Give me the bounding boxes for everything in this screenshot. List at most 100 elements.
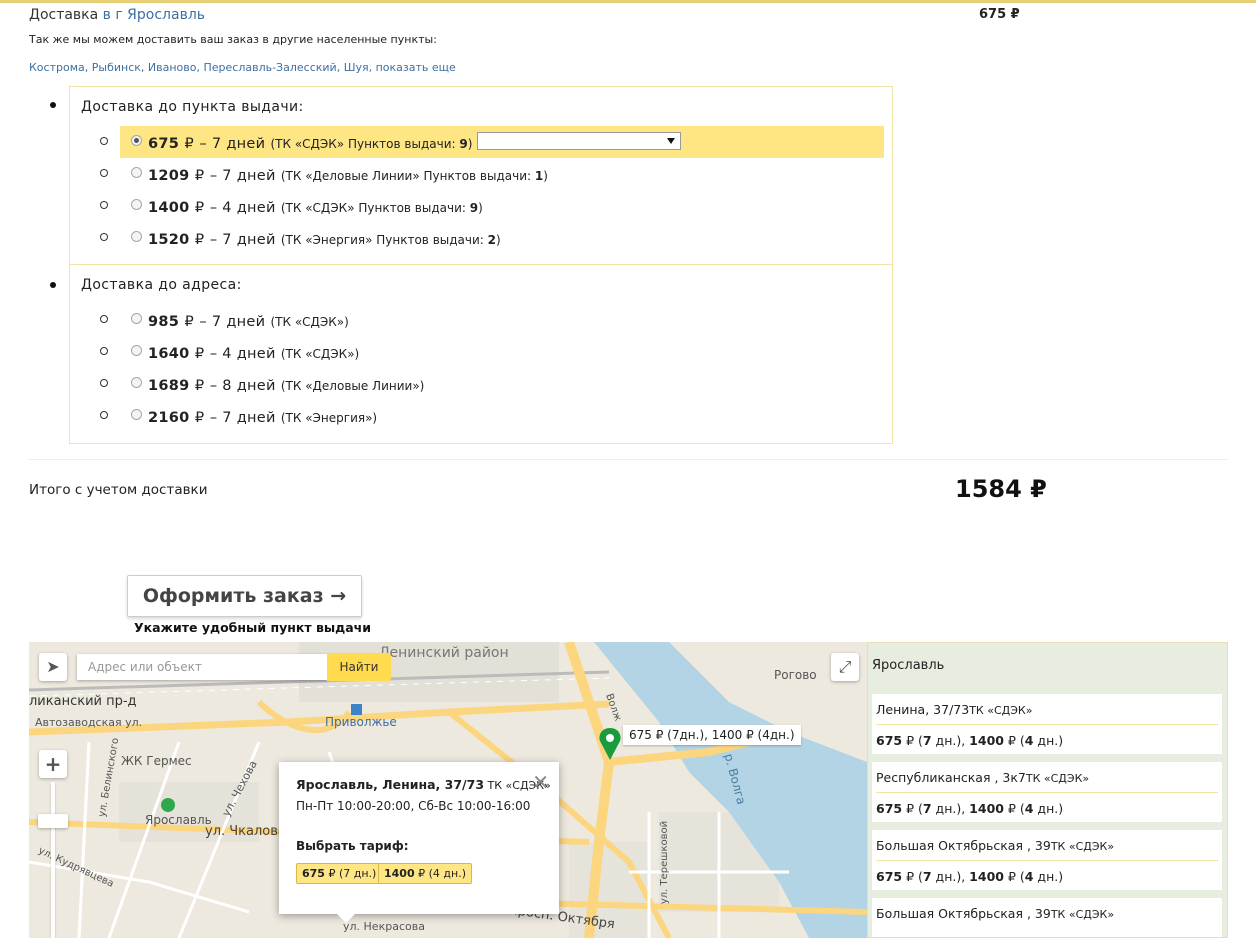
list-circle bbox=[100, 411, 108, 419]
option-days: – 4 дней bbox=[209, 346, 276, 362]
fullscreen-button[interactable]: ⤢ bbox=[831, 653, 859, 681]
radio-button[interactable] bbox=[131, 345, 142, 356]
paren: ) bbox=[478, 201, 483, 215]
balloon-address: Ярославль, Ленина, 37/73 bbox=[296, 777, 485, 792]
tariff-button-1[interactable]: 675 ₽ (7 дн.) bbox=[296, 863, 383, 884]
option-carrier: (ТК «Энергия») bbox=[280, 411, 378, 425]
map-label-poi: ЖК Гермес bbox=[121, 754, 192, 768]
place-order-button[interactable]: Оформить заказ → bbox=[127, 575, 362, 617]
map[interactable]: Ленинский район Рогово ликанский пр-д Ав… bbox=[29, 642, 867, 938]
option-text: 1209 ₽ – 7 дней (ТК «Деловые Линии» Пунк… bbox=[148, 165, 548, 184]
plus-icon: + bbox=[44, 752, 62, 776]
delivery-header: Доставка в г Ярославль bbox=[29, 7, 205, 23]
rub-sign: ₽ ( bbox=[1003, 801, 1025, 816]
map-label-rogovo: Рогово bbox=[774, 668, 817, 682]
radio-button[interactable] bbox=[131, 377, 142, 388]
address-title: Доставка до адреса: bbox=[81, 277, 242, 293]
balloon-choose: Выбрать тариф: bbox=[296, 839, 409, 853]
delivery-city-link[interactable]: в г Ярославль bbox=[103, 7, 205, 23]
radio-button[interactable] bbox=[131, 231, 142, 242]
price-1: 675 bbox=[876, 869, 903, 884]
city-link-pereslavl[interactable]: Переславль-Залесский bbox=[203, 61, 336, 74]
option-price: 1689 bbox=[148, 378, 190, 394]
rub-sign: ₽ bbox=[184, 314, 195, 330]
price-1: 675 bbox=[876, 733, 903, 748]
option-count: 1 bbox=[534, 169, 544, 183]
tariff-days: 4 bbox=[432, 867, 440, 880]
pickup-point-select[interactable] bbox=[477, 132, 681, 150]
list-circle bbox=[100, 315, 108, 323]
map-search-input[interactable]: Адрес или объект bbox=[77, 654, 327, 680]
rub-sign: ₽ bbox=[194, 200, 205, 216]
tariff-price: 1400 bbox=[384, 867, 415, 880]
address-option-1[interactable]: 985 ₽ – 7 дней (ТК «СДЭК») bbox=[100, 304, 884, 336]
pickup-point-card[interactable]: Ленина, 37/73ТК «СДЭК» 675 ₽ (7 дн.), 14… bbox=[872, 694, 1222, 754]
option-price: 2160 bbox=[148, 410, 190, 426]
pickup-point-balloon: Ярославль, Ленина, 37/73 ТК «СДЭК» Пн-Пт… bbox=[279, 762, 559, 914]
close-icon[interactable]: ✕ bbox=[532, 770, 549, 794]
map-label-station: Приволжье bbox=[325, 715, 397, 729]
list-circle bbox=[100, 347, 108, 355]
option-days: – 7 дней bbox=[209, 410, 276, 426]
pickup-points-list: Ярославль Ленина, 37/73ТК «СДЭК» 675 ₽ (… bbox=[867, 642, 1228, 938]
option-days: – 7 дней bbox=[209, 168, 276, 184]
show-more-link[interactable]: показать еще bbox=[376, 61, 456, 74]
radio-button[interactable] bbox=[131, 199, 142, 210]
pickup-option-3[interactable]: 1400 ₽ – 4 дней (ТК «СДЭК» Пунктов выдач… bbox=[100, 190, 884, 222]
card-title: Республиканская , 3к7ТК «СДЭК» bbox=[876, 770, 1089, 785]
price-2: 1400 bbox=[969, 733, 1004, 748]
option-carrier: (ТК «Энергия» Пунктов выдачи: bbox=[280, 233, 488, 247]
marker-label[interactable]: 675 ₽ (7дн.), 1400 ₽ (4дн.) bbox=[623, 725, 801, 745]
unit: дн.) bbox=[1033, 733, 1064, 748]
option-carrier: (ТК «СДЭК» Пунктов выдачи: bbox=[270, 137, 460, 151]
paren: ) bbox=[543, 169, 548, 183]
point-name: Большая Октябрьская , 39 bbox=[876, 838, 1051, 853]
divider bbox=[29, 459, 1228, 460]
map-label-station: Ярославль bbox=[145, 813, 212, 827]
rub-sign: ₽ bbox=[194, 232, 205, 248]
city-link-ivanovo[interactable]: Иваново bbox=[148, 61, 197, 74]
map-label-street: Автозаводская ул. bbox=[35, 716, 143, 729]
radio-button[interactable] bbox=[131, 313, 142, 324]
city-link-rybinsk[interactable]: Рыбинск bbox=[92, 61, 141, 74]
top-border bbox=[0, 0, 1256, 3]
map-search-button[interactable]: Найти bbox=[327, 653, 391, 681]
zoom-slider-handle[interactable] bbox=[38, 814, 68, 828]
pickup-option-4[interactable]: 1520 ₽ – 7 дней (ТК «Энергия» Пунктов вы… bbox=[100, 222, 884, 254]
option-count: 9 bbox=[459, 137, 468, 151]
city-link-shuya[interactable]: Шуя bbox=[344, 61, 369, 74]
option-text: 1400 ₽ – 4 дней (ТК «СДЭК» Пунктов выдач… bbox=[148, 197, 483, 216]
point-name: Республиканская , 3к7 bbox=[876, 770, 1026, 785]
address-option-3[interactable]: 1689 ₽ – 8 дней (ТК «Деловые Линии») bbox=[100, 368, 884, 400]
address-option-4[interactable]: 2160 ₽ – 7 дней (ТК «Энергия») bbox=[100, 400, 884, 432]
tariff-button-2[interactable]: 1400 ₽ (4 дн.) bbox=[378, 863, 473, 884]
radio-button[interactable] bbox=[131, 409, 142, 420]
address-option-2[interactable]: 1640 ₽ – 4 дней (ТК «СДЭК») bbox=[100, 336, 884, 368]
pickup-point-card[interactable]: Большая Октябрьская , 39ТК «СДЭК» bbox=[872, 898, 1222, 937]
geolocation-button[interactable]: ➤ bbox=[39, 653, 67, 681]
total-sum: 1584 ₽ bbox=[955, 475, 1047, 503]
city-link-kostroma[interactable]: Кострома bbox=[29, 61, 85, 74]
map-label-district: Ленинский район bbox=[379, 645, 509, 661]
zoom-slider-track[interactable] bbox=[51, 782, 55, 938]
radio-button[interactable] bbox=[131, 167, 142, 178]
divider bbox=[876, 724, 1218, 725]
option-text: 2160 ₽ – 7 дней (ТК «Энергия») bbox=[148, 407, 377, 426]
rub-sign: ₽ bbox=[184, 136, 195, 152]
days-1: 7 bbox=[922, 869, 932, 884]
map-label-street: ул. Чкалова bbox=[205, 824, 286, 839]
pickup-option-2[interactable]: 1209 ₽ – 7 дней (ТК «Деловые Линии» Пунк… bbox=[100, 158, 884, 190]
days-1: 7 bbox=[922, 733, 932, 748]
tariff-price: 675 bbox=[302, 867, 325, 880]
pickup-point-card[interactable]: Большая Октябрьская , 39ТК «СДЭК» 675 ₽ … bbox=[872, 830, 1222, 890]
card-prices: 675 ₽ (7 дн.), 1400 ₽ (4 дн.) bbox=[876, 801, 1063, 816]
pickup-point-card[interactable]: Республиканская , 3к7ТК «СДЭК» 675 ₽ (7 … bbox=[872, 762, 1222, 822]
unit: дн.) bbox=[1033, 869, 1064, 884]
pickup-option-1[interactable]: 675 ₽ – 7 дней (ТК «СДЭК» Пунктов выдачи… bbox=[100, 126, 884, 158]
zoom-in-button[interactable]: + bbox=[39, 750, 67, 778]
total-label: Итого с учетом доставки bbox=[29, 482, 208, 498]
list-circle bbox=[100, 137, 108, 145]
radio-button[interactable] bbox=[131, 135, 142, 146]
rub-sign: ₽ bbox=[194, 378, 205, 394]
balloon-tail bbox=[336, 913, 356, 923]
